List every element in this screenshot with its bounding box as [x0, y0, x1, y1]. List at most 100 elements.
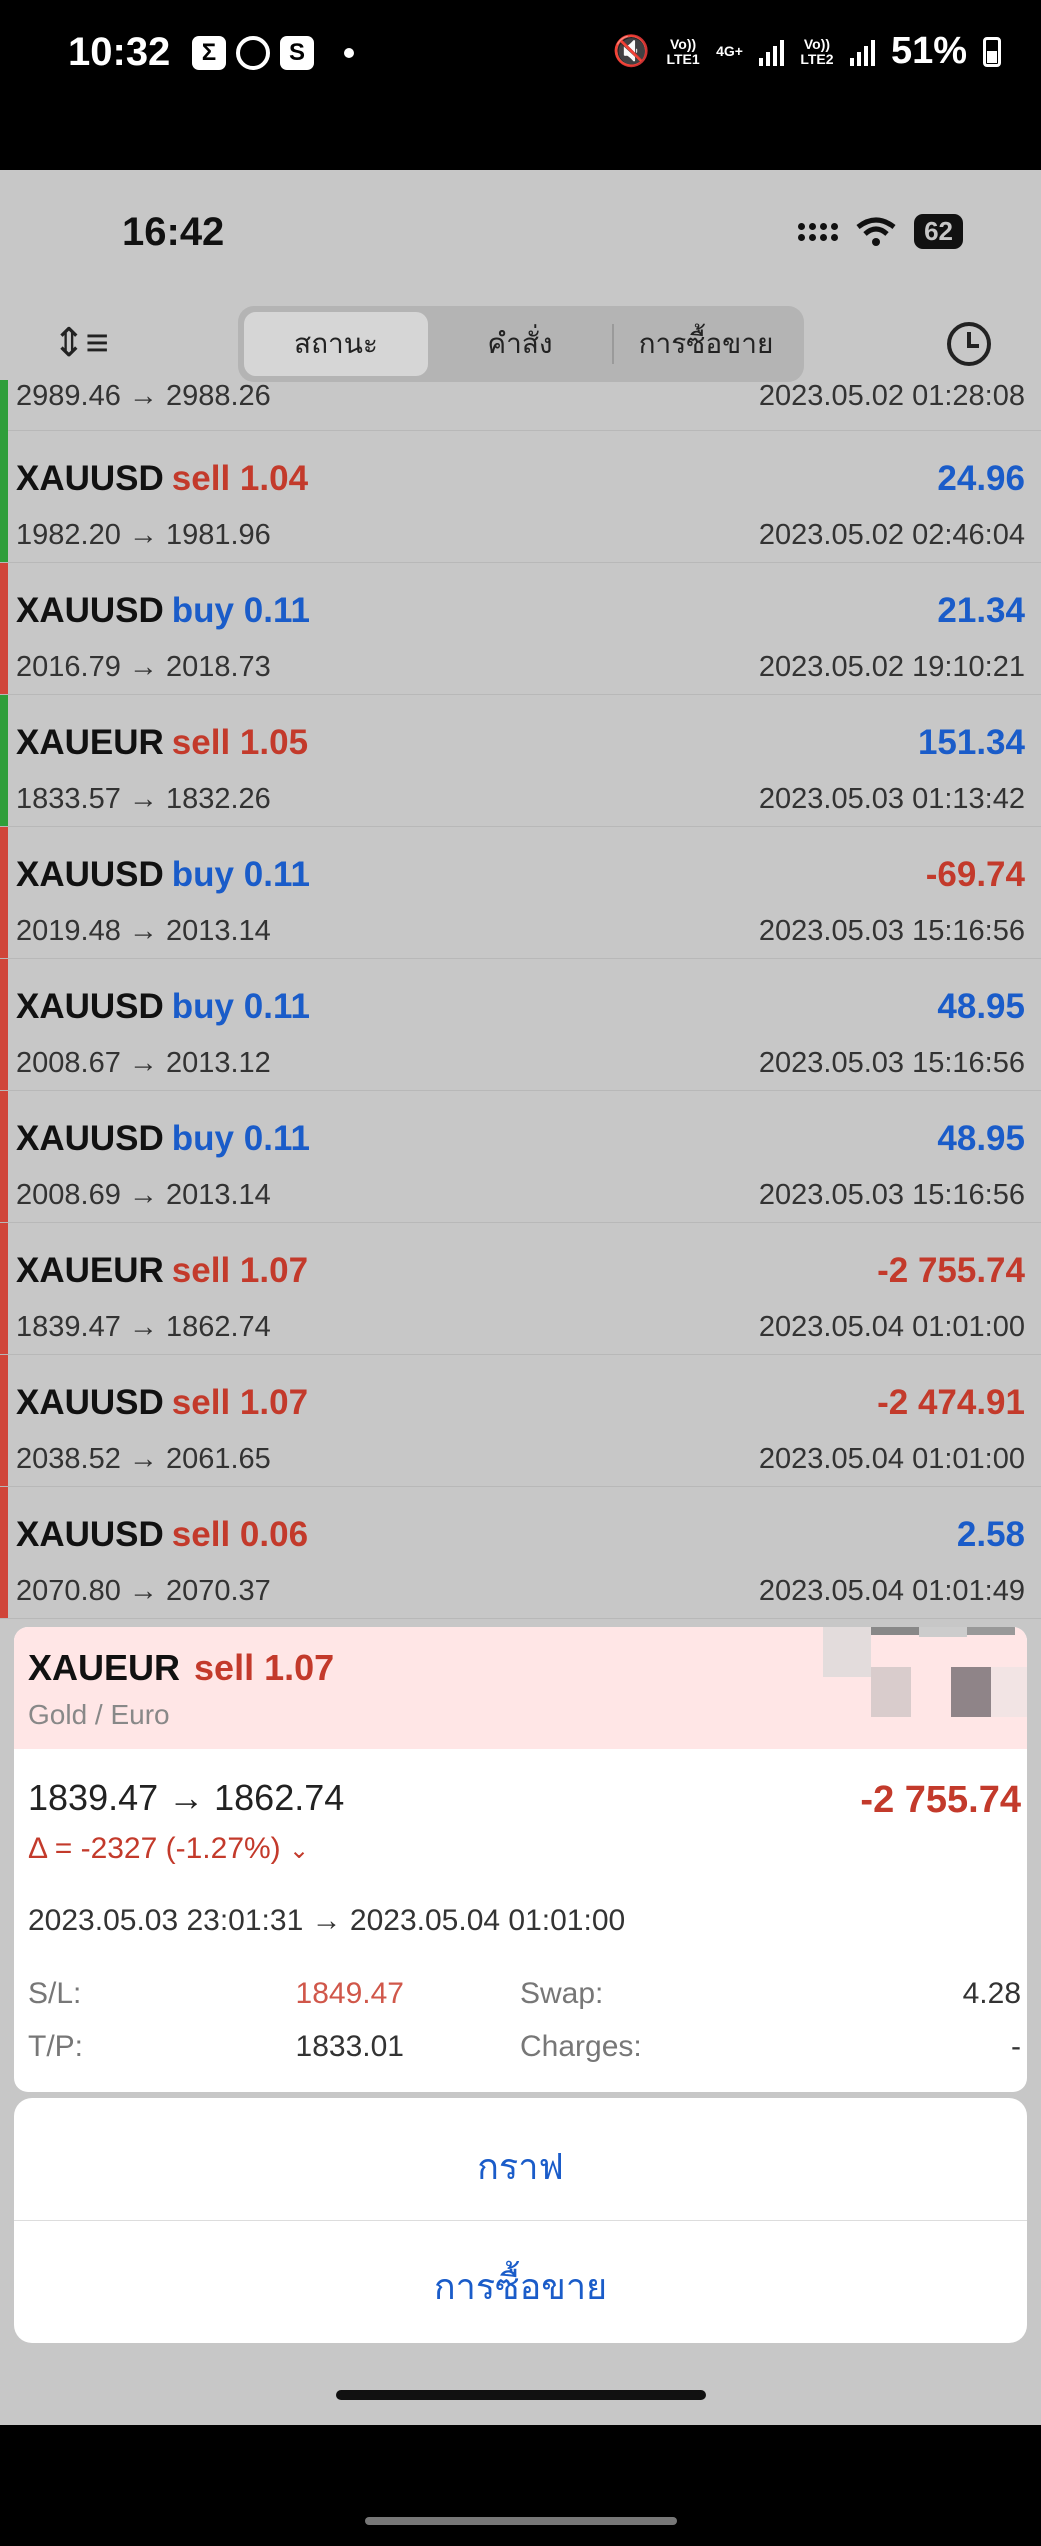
trade-row[interactable]: XAUEUR sell 1.05 151.34 1833.57 → 1832.26 20… — [0, 695, 1041, 827]
sigma-app-icon: Σ — [192, 36, 226, 70]
trade-time: 2023.05.03 15:16:56 — [758, 915, 1025, 947]
trade-history-list: 2989.46 → 2988.26 2023.05.02 01:28:08 XAUU… — [0, 380, 1041, 1619]
chart-button[interactable]: กราฟ — [14, 2138, 1027, 2195]
trade-time: 2023.05.03 15:16:56 — [758, 1179, 1025, 1211]
trade-time: 2023.05.03 01:13:42 — [758, 783, 1025, 815]
trade-symbol: XAUEUR — [16, 1251, 164, 1290]
android-gesture-pill[interactable] — [365, 2517, 677, 2525]
notification-icons: Σ S — [192, 36, 354, 70]
tp-label: T/P: — [28, 2030, 84, 2063]
trade-row[interactable]: XAUUSD buy 0.11 21.34 2016.79 → 2018.73 2023… — [0, 563, 1041, 695]
network-lte2: Vo)) LTE2 — [800, 35, 834, 67]
trade-row[interactable]: XAUUSD buy 0.11 48.95 2008.69 → 2013.14 2023… — [0, 1091, 1041, 1223]
trade-prices: 2038.52 → 2061.65 — [16, 1443, 271, 1475]
trade-title: XAUUSD sell 1.07 — [16, 1383, 308, 1423]
trade-profit: -2 755.74 — [877, 1251, 1025, 1290]
trade-symbol: XAUUSD — [16, 987, 164, 1026]
trade-row[interactable]: XAUEUR sell 1.07 -2 755.74 1839.47 → 1862.7… — [0, 1223, 1041, 1355]
signal-1-icon — [758, 38, 784, 66]
network-4g: 4G+ — [716, 43, 743, 59]
trade-time: 2023.05.03 15:16:56 — [758, 1047, 1025, 1079]
detail-profit: -2 755.74 — [860, 1779, 1021, 1821]
tp-value: 1833.01 — [295, 2030, 404, 2063]
trade-prices: 1982.20 → 1981.96 — [16, 519, 271, 551]
charges-label: Charges: — [520, 2030, 642, 2063]
detail-subtitle: Gold / Euro — [28, 1699, 170, 1730]
trade-prices: 1839.47 → 1862.74 — [16, 1311, 271, 1343]
trade-side-indicator — [0, 695, 8, 826]
trade-prices: 2008.69 → 2013.14 — [16, 1179, 271, 1211]
sheet-divider — [14, 2220, 1027, 2221]
trade-profit: 48.95 — [937, 987, 1025, 1026]
trade-detail-card: XAUEUR sell 1.07 Gold / Euro 1839.47 → 1… — [14, 1627, 1027, 2092]
trade-lot: 1.05 — [239, 723, 309, 762]
sl-label: S/L: — [28, 1977, 82, 2010]
trade-profit: -69.74 — [925, 855, 1025, 894]
ios-status-bar: 16:42 62 — [0, 170, 1041, 290]
trade-prices: 1833.57 → 1832.26 — [16, 783, 271, 815]
tab-trades[interactable]: การซื้อขาย — [614, 312, 798, 376]
trade-lot: 0.06 — [239, 1515, 309, 1554]
trade-lot: 0.11 — [243, 987, 310, 1026]
trade-title: XAUEUR sell 1.05 — [16, 723, 308, 763]
trade-row[interactable]: XAUUSD buy 0.11 -69.74 2019.48 → 2013.14 202… — [0, 827, 1041, 959]
swap-value: 4.28 — [962, 1977, 1021, 2010]
trade-lot: 1.07 — [239, 1251, 309, 1290]
trade-symbol: XAUEUR — [16, 723, 164, 762]
trade-title: XAUUSD buy 0.11 — [16, 591, 310, 631]
trade-action: buy — [171, 591, 235, 630]
trade-action: sell — [171, 459, 231, 498]
more-notifications-dot-icon — [344, 48, 354, 58]
trade-prices: 2016.79 → 2018.73 — [16, 651, 271, 683]
detail-header: XAUEUR sell 1.07 Gold / Euro — [14, 1627, 1027, 1749]
detail-delta-text: Δ = -2327 (-1.27%) — [28, 1832, 281, 1865]
trade-prices: 2070.80 → 2070.37 — [16, 1575, 271, 1607]
mute-icon: 🔇 — [612, 35, 651, 68]
detail-delta[interactable]: Δ = -2327 (-1.27%) ⌄ — [28, 1832, 309, 1866]
android-clock: 10:32 — [68, 30, 171, 74]
tab-status[interactable]: สถานะ — [244, 312, 428, 376]
blurred-region — [817, 1627, 1027, 1717]
history-clock-icon[interactable] — [947, 322, 991, 366]
trade-side-indicator — [0, 1091, 8, 1222]
trade-side-indicator — [0, 563, 8, 694]
tab-orders[interactable]: คำสั่ง — [428, 312, 612, 376]
sort-icon[interactable]: ⇕≡ — [52, 320, 109, 366]
trade-action: sell — [171, 1383, 231, 1422]
trade-time: 2023.05.04 01:01:00 — [758, 1443, 1025, 1475]
trade-row[interactable]: XAUUSD sell 1.04 24.96 1982.20 → 1981.96 202… — [0, 431, 1041, 563]
trade-title: XAUUSD sell 0.06 — [16, 1515, 308, 1555]
android-nav-bar — [0, 2425, 1041, 2546]
trade-time: 2023.05.02 19:10:21 — [758, 651, 1025, 683]
trade-button[interactable]: การซื้อขาย — [14, 2258, 1027, 2315]
trade-action: sell — [171, 723, 231, 762]
trade-row[interactable]: XAUUSD sell 1.07 -2 474.91 2038.52 → 2061.6… — [0, 1355, 1041, 1487]
shop-app-icon: S — [280, 36, 314, 70]
trade-row[interactable]: XAUUSD sell 0.06 2.58 2070.80 → 2070.37 2023… — [0, 1487, 1041, 1619]
trade-side-indicator — [0, 959, 8, 1090]
trade-side-indicator — [0, 431, 8, 562]
wifi-icon — [856, 217, 896, 246]
trade-lot: 0.11 — [243, 591, 310, 630]
detail-prices: 1839.47 → 1862.74 — [28, 1777, 345, 1818]
trade-lot: 1.07 — [239, 1383, 309, 1422]
ios-clock: 16:42 — [122, 210, 225, 254]
top-navigation: ⇕≡ สถานะ คำสั่ง การซื้อขาย — [0, 300, 1041, 390]
trade-profit: 2.58 — [956, 1515, 1025, 1554]
trade-profit: 21.34 — [937, 591, 1025, 630]
ios-battery: 62 — [914, 214, 963, 249]
trade-row[interactable]: 2989.46 → 2988.26 2023.05.02 01:28:08 — [0, 380, 1041, 511]
trade-action: sell — [171, 1515, 231, 1554]
trade-lot: 0.11 — [243, 855, 310, 894]
trade-row[interactable]: XAUUSD buy 0.11 48.95 2008.67 → 2013.12 2023… — [0, 959, 1041, 1091]
trade-prices: 2989.46 → 2988.26 — [16, 380, 271, 412]
trade-symbol: XAUUSD — [16, 1383, 164, 1422]
trade-profit: -2 474.91 — [877, 1383, 1025, 1422]
detail-action: sell 1.07 — [194, 1647, 335, 1688]
battery-icon — [983, 36, 1001, 67]
trade-title: XAUEUR sell 1.07 — [16, 1251, 308, 1291]
trade-profit: 151.34 — [917, 723, 1025, 762]
trade-symbol: XAUUSD — [16, 459, 164, 498]
trade-prices: 2008.67 → 2013.12 — [16, 1047, 271, 1079]
trade-side-indicator — [0, 1223, 8, 1354]
